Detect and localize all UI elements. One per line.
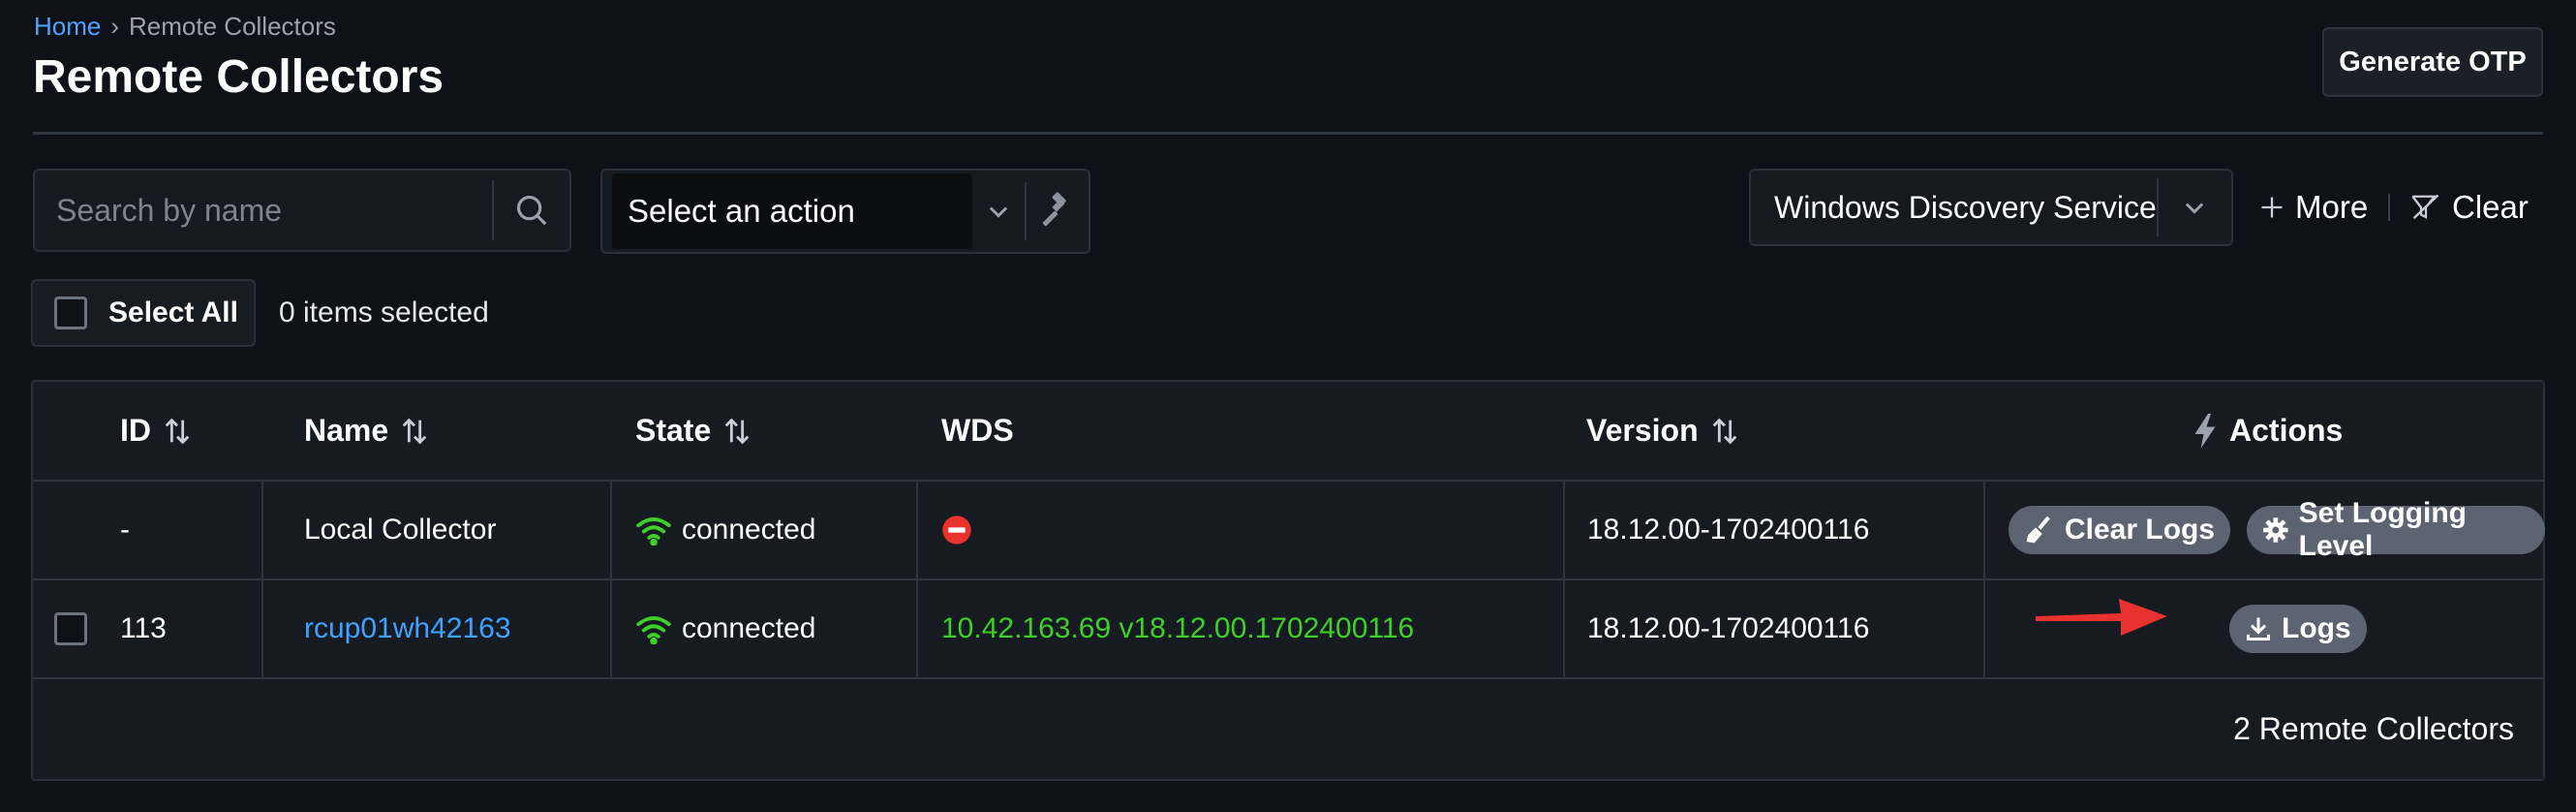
filter-select[interactable]: Windows Discovery Service	[1751, 190, 2157, 226]
column-divider	[916, 482, 918, 578]
select-all-checkbox[interactable]	[54, 297, 87, 329]
clear-logs-button[interactable]: Clear Logs	[2009, 506, 2231, 554]
column-header-version[interactable]: Version	[1586, 382, 1741, 480]
download-logs-button[interactable]: Logs	[2229, 605, 2367, 653]
column-label: Actions	[2229, 413, 2344, 448]
column-divider	[261, 580, 263, 677]
bulk-action-control: Select an action	[600, 169, 1090, 254]
page: Home › Remote Collectors Remote Collectors…	[0, 0, 2576, 812]
column-header-name[interactable]: Name	[304, 382, 431, 480]
download-icon	[2246, 617, 2271, 641]
sort-icon	[1712, 418, 1736, 444]
breadcrumb-home-link[interactable]: Home	[34, 12, 101, 41]
wifi-icon	[636, 517, 671, 546]
table-header: ID Name State WDS Version Actions	[33, 382, 2543, 482]
cell-state: connected	[635, 580, 815, 677]
action-select[interactable]: Select an action	[612, 173, 972, 249]
table-row: - Local Collector connected 18.12.00-170…	[33, 482, 2545, 580]
sort-icon	[402, 418, 427, 444]
cell-id: 113	[120, 612, 167, 644]
blocked-icon	[942, 515, 971, 545]
column-label: ID	[120, 413, 151, 448]
generate-otp-button[interactable]: Generate OTP	[2322, 27, 2543, 97]
select-all-button[interactable]: Select All	[31, 279, 256, 347]
annotation-arrow-icon	[2036, 599, 2167, 636]
cell-wds	[941, 482, 972, 578]
column-divider	[1563, 482, 1565, 578]
column-label: Version	[1586, 413, 1699, 448]
lightning-icon	[2194, 413, 2216, 449]
column-divider	[1563, 580, 1565, 677]
column-divider	[916, 580, 918, 677]
chevron-down-icon	[989, 206, 1008, 218]
more-filters-button[interactable]: More	[2258, 188, 2368, 227]
wifi-icon	[636, 616, 671, 644]
toolbar-divider	[2388, 194, 2390, 221]
items-selected-count: 0 items selected	[279, 297, 489, 328]
clear-logs-label: Clear Logs	[2065, 514, 2216, 546]
breadcrumb-separator: ›	[110, 12, 120, 41]
row-select	[54, 580, 87, 677]
row-checkbox[interactable]	[54, 612, 87, 645]
sort-icon	[724, 418, 750, 444]
clear-label: Clear	[2452, 189, 2529, 225]
cell-state: connected	[635, 482, 815, 578]
cell-version: 18.12.00-1702400116	[1587, 514, 1870, 546]
cell-actions: Clear Logs Set Logging Level	[1983, 482, 2545, 578]
logs-label: Logs	[2282, 612, 2351, 644]
apply-action-button[interactable]	[1027, 171, 1089, 252]
clear-filter-icon	[2411, 194, 2439, 220]
set-logging-level-label: Set Logging Level	[2298, 497, 2467, 562]
search-box	[33, 169, 571, 252]
cell-id: -	[120, 514, 130, 546]
search-icon	[516, 195, 547, 226]
column-header-actions: Actions	[2191, 382, 2343, 480]
header-divider	[33, 132, 2543, 135]
cell-wds: 10.42.163.69 v18.12.00.1702400116	[941, 612, 1415, 644]
gavel-icon	[1042, 192, 1066, 227]
column-header-wds: WDS	[941, 382, 1014, 480]
collectors-table: ID Name State WDS Version Actions - Loca…	[31, 380, 2545, 781]
gear-icon	[2263, 517, 2288, 543]
select-all-label: Select All	[108, 297, 238, 328]
search-button[interactable]	[494, 171, 569, 250]
more-label: More	[2295, 189, 2369, 225]
breadcrumb: Home › Remote Collectors	[34, 12, 336, 42]
column-label: WDS	[941, 413, 1014, 448]
column-header-state[interactable]: State	[635, 382, 753, 480]
column-divider	[610, 580, 612, 677]
column-header-id[interactable]: ID	[120, 382, 194, 480]
state-label: connected	[682, 514, 816, 546]
filter-dropdown-toggle[interactable]	[2159, 171, 2231, 244]
table-footer-count: 2 Remote Collectors	[2233, 711, 2514, 746]
breadcrumb-current: Remote Collectors	[129, 12, 336, 41]
wds-filter: Windows Discovery Service	[1749, 169, 2233, 246]
column-label: Name	[304, 413, 389, 448]
sort-icon	[165, 418, 190, 444]
column-label: State	[635, 413, 712, 448]
cell-version: 18.12.00-1702400116	[1587, 612, 1870, 644]
column-divider	[610, 482, 612, 578]
page-title: Remote Collectors	[33, 51, 445, 103]
plus-icon	[2261, 197, 2283, 218]
column-divider	[261, 482, 263, 578]
collector-name-link[interactable]: rcup01wh42163	[304, 580, 511, 677]
clear-filters-button[interactable]: Clear	[2409, 188, 2529, 227]
set-logging-level-button[interactable]: Set Logging Level	[2247, 497, 2545, 562]
action-dropdown-toggle[interactable]	[972, 171, 1025, 252]
search-input[interactable]	[35, 171, 492, 250]
cell-name: Local Collector	[304, 514, 497, 546]
chevron-down-icon	[2186, 203, 2204, 214]
broom-icon	[2026, 515, 2050, 544]
state-label: connected	[682, 612, 816, 644]
